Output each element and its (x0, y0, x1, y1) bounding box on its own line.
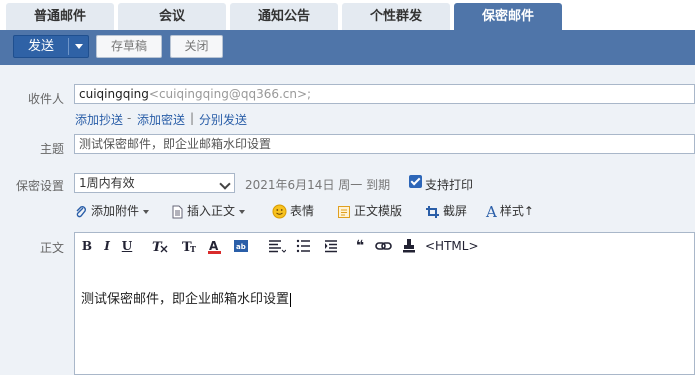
close-button[interactable]: 关闭 (170, 35, 223, 58)
allow-print-checkbox[interactable] (409, 175, 422, 188)
add-cc-link[interactable]: 添加抄送 (75, 111, 123, 128)
editor-content-text: 测试保密邮件，即企业邮箱水印设置 (81, 292, 290, 307)
tab-group-send[interactable]: 个性群发 (342, 3, 450, 30)
recipient-name[interactable]: cuiqingqing (79, 87, 149, 101)
style-label: 样式↑ (499, 204, 534, 218)
subject-label: 主题 (39, 142, 64, 156)
link-separator-pipe: | (190, 111, 195, 125)
align-button[interactable] (268, 238, 287, 254)
document-icon (172, 205, 183, 218)
smiley-icon (272, 204, 287, 219)
mail-type-tabs: 普通邮件 会议 通知公告 个性群发 保密邮件 (0, 0, 695, 30)
chevron-down-icon (143, 209, 150, 214)
screenshot-label: 截屏 (443, 204, 468, 218)
send-divider (68, 38, 69, 55)
highlight-icon: ab (234, 240, 248, 252)
editor-toolbar: B I U T T T A ab ❝ <HTML> (74, 232, 695, 259)
emoji-label: 表情 (290, 204, 315, 218)
editor-body[interactable]: 测试保密邮件，即企业邮箱水印设置 (74, 258, 695, 375)
tab-notice[interactable]: 通知公告 (230, 3, 338, 30)
body-template-label: 正文模版 (354, 204, 403, 218)
svg-text:A: A (209, 239, 219, 253)
paperclip-icon (76, 205, 86, 217)
expire-date-text: 2021年6月14日 周一 到期 (245, 178, 391, 192)
editor-content[interactable]: 测试保密邮件，即企业邮箱水印设置 (81, 288, 292, 307)
add-attachment-button[interactable]: 添加附件 (74, 202, 150, 220)
link-separator-dash: - (127, 111, 132, 125)
clear-format-icon: T (152, 240, 168, 255)
insert-body-label: 插入正文 (187, 204, 236, 218)
list-button[interactable] (296, 238, 314, 254)
separate-send-link[interactable]: 分别发送 (199, 111, 247, 128)
bold-button[interactable]: B (81, 238, 93, 254)
template-icon (338, 205, 350, 218)
link-icon (375, 242, 392, 250)
html-mode-button[interactable]: <HTML> (425, 238, 479, 254)
insert-body-button[interactable]: 插入正文 (171, 202, 246, 220)
tab-meeting[interactable]: 会议 (118, 3, 226, 30)
recipient-address: <cuiqingqing@qq366.cn>; (148, 87, 312, 101)
quote-button[interactable]: ❝ (353, 238, 367, 254)
link-button[interactable] (375, 238, 393, 254)
screenshot-icon (426, 205, 439, 218)
save-draft-button[interactable]: 存草稿 (96, 35, 162, 58)
svg-text:ab: ab (236, 243, 246, 251)
quote-icon: ❝ (355, 238, 365, 254)
bulleted-list-icon (296, 239, 310, 253)
underline-button[interactable]: U (121, 238, 133, 254)
style-button[interactable]: A 样式↑ (486, 202, 534, 221)
clear-format-button[interactable]: T (151, 238, 169, 255)
insert-image-button[interactable] (402, 238, 416, 254)
send-button-group: 发送 (13, 35, 89, 58)
chevron-down-icon (239, 209, 246, 214)
stamp-icon (403, 239, 415, 253)
validity-select[interactable]: 1周内有效 (74, 173, 235, 193)
chevron-down-icon[interactable] (72, 39, 86, 53)
highlight-button[interactable]: ab (233, 238, 251, 254)
indent-icon (325, 240, 337, 253)
text-style-icon: A (486, 202, 497, 221)
add-bcc-link[interactable]: 添加密送 (137, 111, 185, 128)
validity-selected-value: 1周内有效 (79, 176, 135, 190)
add-attachment-label: 添加附件 (91, 204, 140, 218)
svg-text:T: T (190, 244, 196, 254)
emoji-button[interactable]: 表情 (272, 202, 314, 220)
font-color-icon: A (208, 239, 221, 254)
text-cursor (290, 292, 292, 307)
indent-button[interactable] (324, 238, 342, 254)
allow-print-label: 支持打印 (425, 178, 474, 192)
screenshot-button[interactable]: 截屏 (425, 202, 467, 220)
recipient-field[interactable]: cuiqingqing<cuiqingqing@qq366.cn>; (74, 84, 695, 104)
align-left-icon (269, 240, 287, 253)
send-button[interactable]: 发送 (14, 36, 68, 57)
recipient-label: 收件人 (27, 92, 64, 106)
subject-input[interactable]: 测试保密邮件，即企业邮箱水印设置 (74, 134, 695, 154)
italic-button[interactable]: I (101, 238, 113, 254)
secret-settings-label: 保密设置 (15, 179, 64, 193)
font-color-button[interactable]: A (207, 238, 223, 254)
chevron-down-icon (220, 179, 230, 187)
font-size-icon: T T (182, 240, 196, 255)
body-template-button[interactable]: 正文模版 (337, 202, 402, 220)
tab-secret-mail[interactable]: 保密邮件 (454, 3, 562, 30)
font-size-button[interactable]: T T (181, 238, 199, 255)
body-label: 正文 (39, 241, 64, 255)
tab-normal-mail[interactable]: 普通邮件 (6, 3, 114, 30)
